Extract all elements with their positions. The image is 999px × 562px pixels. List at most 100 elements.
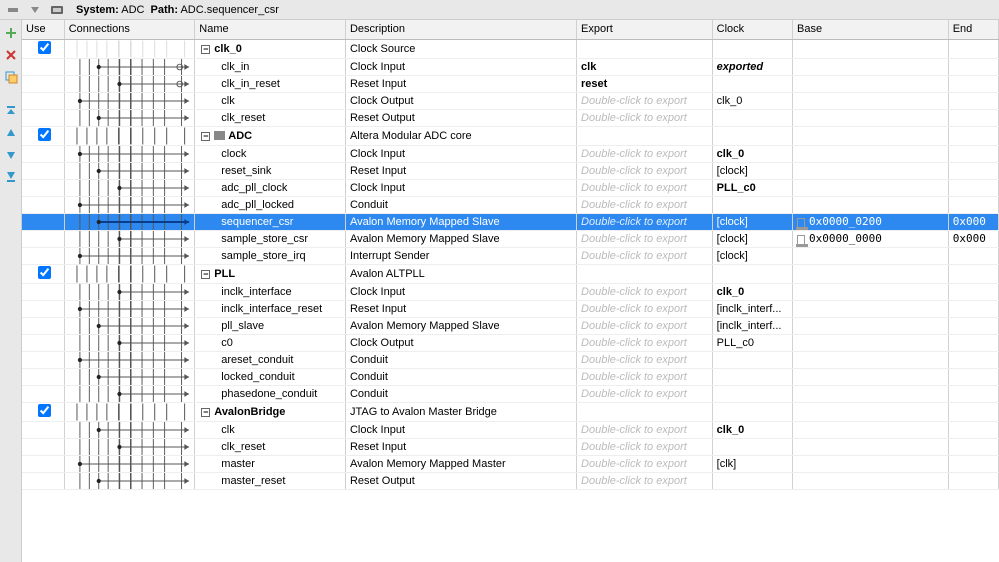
base-cell[interactable]	[793, 472, 949, 489]
clock-cell[interactable]	[712, 385, 792, 402]
use-cell[interactable]	[22, 438, 64, 455]
interface-row[interactable]: sequencer_csrAvalon Memory Mapped SlaveD…	[22, 213, 999, 230]
interface-row[interactable]: reset_sinkReset InputDouble-click to exp…	[22, 162, 999, 179]
interface-row[interactable]: clkClock InputDouble-click to exportclk_…	[22, 421, 999, 438]
name-cell[interactable]: reset_sink	[195, 162, 346, 179]
base-cell[interactable]	[793, 385, 949, 402]
clock-cell[interactable]: clk_0	[712, 145, 792, 162]
export-cell[interactable]: Double-click to export	[577, 368, 713, 385]
clock-cell[interactable]	[712, 196, 792, 213]
base-cell[interactable]	[793, 92, 949, 109]
clock-cell[interactable]	[712, 472, 792, 489]
name-cell[interactable]: phasedone_conduit	[195, 385, 346, 402]
connections-cell[interactable]	[64, 213, 195, 230]
connections-cell[interactable]	[64, 368, 195, 385]
use-cell[interactable]	[22, 317, 64, 334]
clock-cell[interactable]	[712, 126, 792, 145]
base-cell[interactable]	[793, 300, 949, 317]
use-checkbox[interactable]	[38, 266, 51, 279]
system-table[interactable]: Use Connections Name Description Export …	[22, 20, 999, 562]
connections-cell[interactable]	[64, 196, 195, 213]
export-cell[interactable]: Double-click to export	[577, 317, 713, 334]
base-cell[interactable]	[793, 283, 949, 300]
export-cell[interactable]: Double-click to export	[577, 283, 713, 300]
interface-row[interactable]: clk_resetReset InputDouble-click to expo…	[22, 438, 999, 455]
use-cell[interactable]	[22, 247, 64, 264]
use-cell[interactable]	[22, 230, 64, 247]
interface-row[interactable]: c0Clock OutputDouble-click to exportPLL_…	[22, 334, 999, 351]
base-cell[interactable]	[793, 58, 949, 75]
interface-row[interactable]: sample_store_irqInterrupt SenderDouble-c…	[22, 247, 999, 264]
connections-cell[interactable]	[64, 145, 195, 162]
interface-row[interactable]: clk_resetReset OutputDouble-click to exp…	[22, 109, 999, 126]
connections-cell[interactable]	[64, 230, 195, 247]
use-cell[interactable]	[22, 196, 64, 213]
interface-row[interactable]: master_resetReset OutputDouble-click to …	[22, 472, 999, 489]
export-cell[interactable]: Double-click to export	[577, 179, 713, 196]
col-use[interactable]: Use	[22, 20, 64, 39]
connections-cell[interactable]	[64, 283, 195, 300]
clock-cell[interactable]	[712, 109, 792, 126]
use-cell[interactable]	[22, 92, 64, 109]
connections-cell[interactable]	[64, 58, 195, 75]
interface-row[interactable]: sample_store_csrAvalon Memory Mapped Sla…	[22, 230, 999, 247]
use-cell[interactable]	[22, 75, 64, 92]
clock-cell[interactable]	[712, 75, 792, 92]
export-cell[interactable]: Double-click to export	[577, 421, 713, 438]
move-down-button[interactable]	[2, 146, 20, 164]
connections-cell[interactable]	[64, 351, 195, 368]
clock-cell[interactable]	[712, 39, 792, 58]
interface-row[interactable]: phasedone_conduitConduitDouble-click to …	[22, 385, 999, 402]
clock-cell[interactable]: [inclk_interf...	[712, 317, 792, 334]
base-cell[interactable]	[793, 455, 949, 472]
export-cell[interactable]: Double-click to export	[577, 92, 713, 109]
clock-cell[interactable]: [clock]	[712, 213, 792, 230]
export-cell[interactable]: Double-click to export	[577, 455, 713, 472]
col-connections[interactable]: Connections	[64, 20, 195, 39]
base-cell[interactable]: 0x0000_0200	[793, 213, 949, 230]
name-cell[interactable]: −AvalonBridge	[195, 402, 346, 421]
base-cell[interactable]	[793, 421, 949, 438]
connections-cell[interactable]	[64, 317, 195, 334]
use-checkbox[interactable]	[38, 404, 51, 417]
export-cell[interactable]: reset	[577, 75, 713, 92]
name-cell[interactable]: c0	[195, 334, 346, 351]
base-cell[interactable]	[793, 317, 949, 334]
interface-row[interactable]: clk_inClock Inputclkexported	[22, 58, 999, 75]
clock-cell[interactable]: clk_0	[712, 92, 792, 109]
interface-row[interactable]: clkClock OutputDouble-click to exportclk…	[22, 92, 999, 109]
connections-cell[interactable]	[64, 385, 195, 402]
export-cell[interactable]: Double-click to export	[577, 145, 713, 162]
use-cell[interactable]	[22, 385, 64, 402]
expand-all-button[interactable]	[26, 1, 44, 19]
export-cell[interactable]: Double-click to export	[577, 196, 713, 213]
name-cell[interactable]: locked_conduit	[195, 368, 346, 385]
connections-cell[interactable]	[64, 39, 195, 58]
name-cell[interactable]: −PLL	[195, 264, 346, 283]
export-cell[interactable]: Double-click to export	[577, 472, 713, 489]
export-cell[interactable]: Double-click to export	[577, 213, 713, 230]
name-cell[interactable]: sequencer_csr	[195, 213, 346, 230]
name-cell[interactable]: master	[195, 455, 346, 472]
base-cell[interactable]	[793, 438, 949, 455]
component-row[interactable]: −PLLAvalon ALTPLL	[22, 264, 999, 283]
clock-cell[interactable]: [clock]	[712, 162, 792, 179]
name-cell[interactable]: clk_reset	[195, 109, 346, 126]
use-checkbox[interactable]	[38, 128, 51, 141]
col-export[interactable]: Export	[577, 20, 713, 39]
col-base[interactable]: Base	[793, 20, 949, 39]
base-cell[interactable]	[793, 162, 949, 179]
interface-row[interactable]: clockClock InputDouble-click to exportcl…	[22, 145, 999, 162]
base-cell[interactable]	[793, 402, 949, 421]
use-cell[interactable]	[22, 179, 64, 196]
export-cell[interactable]: Double-click to export	[577, 334, 713, 351]
base-cell[interactable]	[793, 39, 949, 58]
clock-cell[interactable]	[712, 351, 792, 368]
interface-row[interactable]: adc_pll_clockClock InputDouble-click to …	[22, 179, 999, 196]
clock-cell[interactable]	[712, 402, 792, 421]
interface-row[interactable]: inclk_interfaceClock InputDouble-click t…	[22, 283, 999, 300]
connections-cell[interactable]	[64, 334, 195, 351]
connections-cell[interactable]	[64, 472, 195, 489]
connections-cell[interactable]	[64, 179, 195, 196]
col-end[interactable]: End	[948, 20, 998, 39]
